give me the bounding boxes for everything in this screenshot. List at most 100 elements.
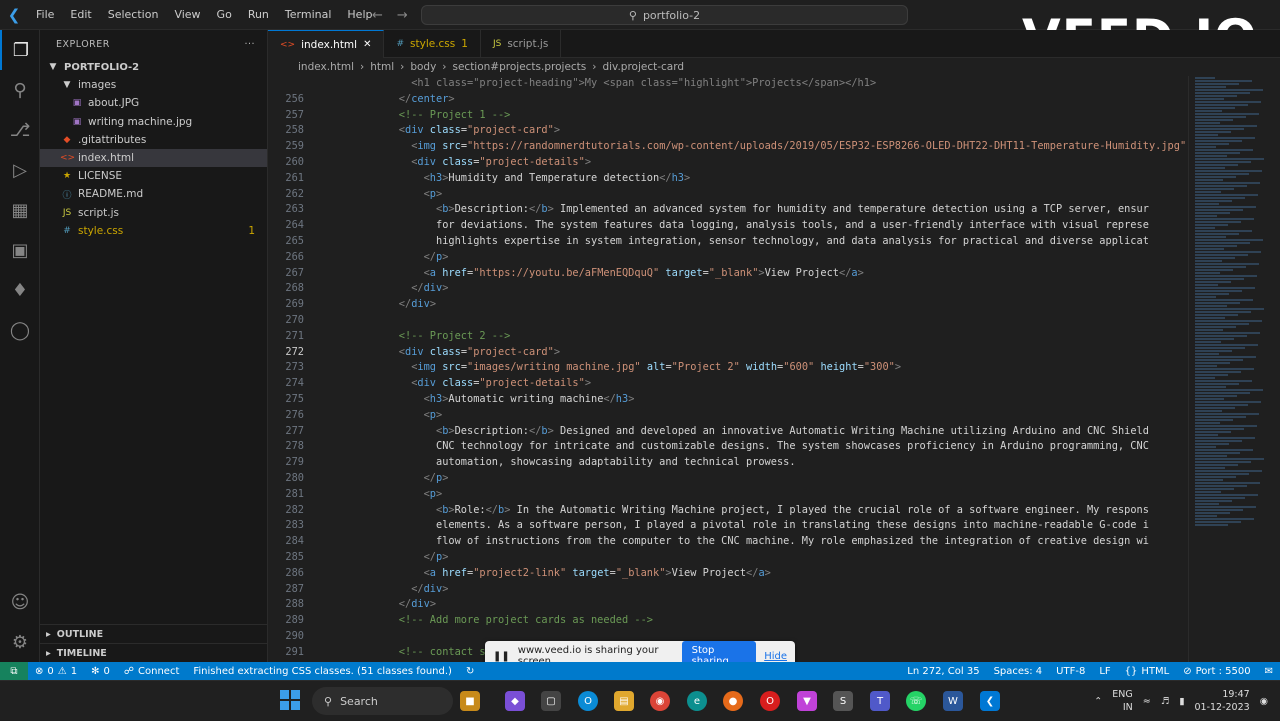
taskbar-search[interactable]: ⚲ Search	[312, 687, 453, 715]
volume-icon[interactable]: ♬	[1161, 696, 1170, 707]
editor-area: <> index.html ✕ # style.css 1 JS script.js inde…	[268, 30, 1280, 662]
source-control-icon[interactable]: ⎇	[0, 110, 40, 150]
minimap[interactable]	[1188, 76, 1270, 662]
menu-view[interactable]: View	[166, 0, 208, 30]
input-language[interactable]: ENG IN	[1112, 688, 1132, 714]
breadcrumb-item[interactable]: div.project-card	[602, 61, 684, 73]
close-icon[interactable]: ✕	[363, 39, 371, 50]
cursor-position[interactable]: Ln 272, Col 35	[900, 662, 986, 680]
tree-item[interactable]: JS script.js	[40, 204, 267, 222]
code-line: 263 <b>Description:</b> Implemented an a…	[268, 202, 1188, 218]
run-debug-icon[interactable]: ▷	[0, 150, 40, 190]
minimap-line	[1195, 329, 1223, 331]
remote-explorer-icon[interactable]: ▣	[0, 230, 40, 270]
minimap-line	[1195, 413, 1259, 415]
code-token: </	[529, 203, 542, 216]
code-text: <div class="project-details">	[304, 376, 591, 392]
code-token: elements. As a software person, I played…	[374, 519, 1149, 532]
tree-item[interactable]: # style.css 1	[40, 222, 267, 240]
js-file-icon: JS	[62, 207, 72, 218]
problems-indicator[interactable]: ⊗ 0 ⚠ 1	[28, 662, 84, 680]
menu-selection[interactable]: Selection	[100, 0, 167, 30]
forward-arrow-icon[interactable]: →	[397, 8, 408, 23]
timeline-section[interactable]: ▸ TIMELINE	[40, 643, 268, 662]
outline-section[interactable]: ▸ OUTLINE	[40, 624, 268, 643]
settings-gear-icon[interactable]: ⚙	[0, 622, 40, 662]
wifi-icon[interactable]: ≈	[1143, 696, 1151, 707]
minimap-line	[1195, 116, 1246, 118]
app-s-icon[interactable]: S	[833, 691, 853, 711]
task-view-icon[interactable]: ▢	[541, 691, 561, 711]
notifications-bell-icon[interactable]: ✉	[1258, 662, 1280, 680]
edge-icon[interactable]: e	[687, 691, 707, 711]
minimap-line	[1195, 110, 1222, 112]
extensions-icon[interactable]: ▦	[0, 190, 40, 230]
connect-indicator[interactable]: ☍ Connect	[117, 662, 187, 680]
clock[interactable]: 19:47 01-12-2023	[1194, 688, 1249, 714]
chrome-icon[interactable]: ◉	[650, 691, 670, 711]
language-mode[interactable]: {} HTML	[1118, 662, 1177, 680]
teams-icon[interactable]: T	[870, 691, 890, 711]
more-actions-icon[interactable]: ···	[244, 39, 255, 50]
search-icon[interactable]: ⚲	[0, 70, 40, 110]
tree-item[interactable]: ★ LICENSE	[40, 167, 267, 185]
breadcrumb-item[interactable]: index.html	[298, 61, 354, 73]
database-icon[interactable]: ◯	[0, 310, 40, 350]
code-token: <	[374, 171, 430, 184]
minimap-line	[1195, 422, 1220, 424]
battery-icon[interactable]: ▮	[1179, 696, 1184, 707]
menu-terminal[interactable]: Terminal	[277, 0, 340, 30]
vscode-taskbar-icon[interactable]: ❮	[980, 691, 1000, 711]
tree-item[interactable]: ◆ .gitattributes	[40, 131, 267, 149]
file-explorer-icon[interactable]: ▤	[614, 691, 634, 711]
code-text: <p>	[304, 408, 443, 424]
command-center[interactable]: ⚲ portfolio-2	[421, 5, 908, 25]
menu-go[interactable]: Go	[209, 0, 240, 30]
menu-run[interactable]: Run	[240, 0, 277, 30]
breadcrumb-item[interactable]: section#projects.projects	[452, 61, 586, 73]
end-of-line[interactable]: LF	[1092, 662, 1117, 680]
code-token: target	[659, 266, 703, 279]
tab-index-html[interactable]: <> index.html ✕	[268, 30, 385, 58]
line-number: 269	[285, 298, 304, 311]
tab-label: script.js	[507, 38, 549, 50]
indentation[interactable]: Spaces: 4	[987, 662, 1050, 680]
remote-indicator-icon[interactable]: ⧉	[0, 662, 28, 680]
notification-icon[interactable]: ◉	[1260, 696, 1268, 707]
chevron-up-icon[interactable]: ⌃	[1094, 696, 1102, 707]
explorer-icon[interactable]: ❐	[0, 30, 40, 70]
encoding[interactable]: UTF-8	[1049, 662, 1092, 680]
windows-start-icon[interactable]	[280, 690, 300, 710]
ports-indicator[interactable]: ✻ 0	[84, 662, 117, 680]
back-arrow-icon[interactable]: ←	[372, 8, 383, 23]
opera-icon[interactable]: O	[760, 691, 780, 711]
tree-item[interactable]: ▼ images	[40, 76, 267, 94]
widget-icon[interactable]: ■	[460, 691, 480, 711]
python-icon[interactable]: ♦	[0, 270, 40, 310]
cortana-icon[interactable]: O	[578, 691, 598, 711]
whatsapp-icon[interactable]: ☏	[906, 691, 926, 711]
code-token: </	[529, 424, 542, 437]
tree-item[interactable]: ⓘ README.md	[40, 185, 267, 203]
tree-item[interactable]: <> index.html	[40, 148, 267, 168]
tab-style-css[interactable]: # style.css 1	[384, 30, 481, 58]
tree-item[interactable]: ▣ writing machine.jpg	[40, 113, 267, 131]
hide-share-bar-link[interactable]: Hide	[764, 651, 787, 662]
copilot-icon[interactable]: ◆	[505, 691, 525, 711]
app-icon[interactable]: ▼	[797, 691, 817, 711]
firefox-icon[interactable]: ●	[723, 691, 743, 711]
live-server-port[interactable]: ⊘ Port : 5500	[1176, 662, 1257, 680]
minimap-line	[1195, 200, 1232, 202]
tab-script-js[interactable]: JS script.js	[481, 30, 562, 58]
chevron-right-icon: ›	[442, 61, 447, 73]
code-text: <p>	[304, 187, 443, 203]
menu-edit[interactable]: Edit	[62, 0, 99, 30]
workspace-root[interactable]: ▼ PORTFOLIO-2	[40, 58, 267, 76]
account-icon[interactable]: ☺	[0, 582, 40, 622]
word-icon[interactable]: W	[943, 691, 963, 711]
code-view[interactable]: <h1 class="project-heading">My <span cla…	[268, 76, 1188, 662]
breadcrumb-item[interactable]: html	[370, 61, 394, 73]
tree-item[interactable]: ▣ about.JPG	[40, 94, 267, 112]
menu-file[interactable]: File	[28, 0, 62, 30]
breadcrumb-item[interactable]: body	[410, 61, 436, 73]
